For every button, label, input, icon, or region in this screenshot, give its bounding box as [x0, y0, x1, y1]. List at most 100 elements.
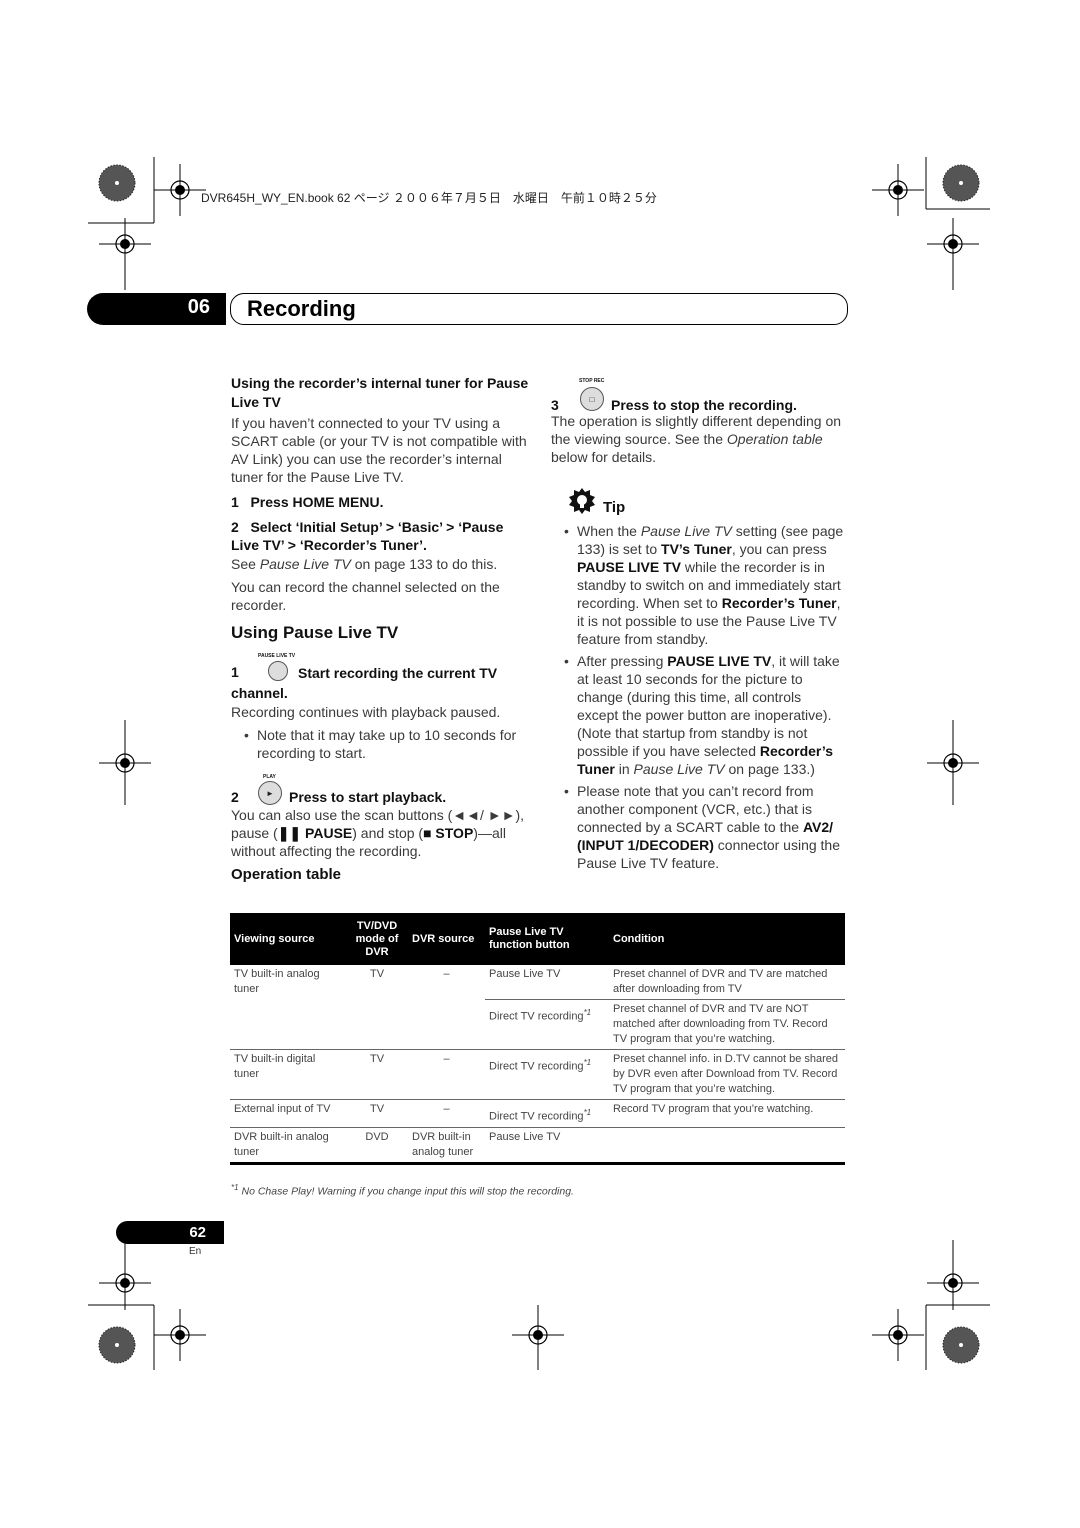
cell-condition [609, 1127, 845, 1163]
see-page-note: See Pause Live TV on page 133 to do this… [231, 555, 529, 573]
text-run: Please note that you can’t record from a… [577, 783, 814, 835]
column-header: DVR source [408, 913, 485, 965]
text-run: Pause Live TV [640, 523, 732, 539]
cell-mode: TV [369, 1053, 385, 1065]
step-number: 1 [231, 664, 239, 680]
text-run: After pressing [577, 653, 668, 669]
text-run: ❚❚ PAUSE [277, 825, 353, 841]
section-heading-pause-live-tv: Using Pause Live TV [231, 623, 399, 642]
chapter-number: 06 [187, 296, 210, 318]
cell-viewing-source: TV built-in digital tuner [234, 1053, 316, 1080]
table-row: TV built-in digital tuner TV – Direct TV… [230, 1050, 845, 1100]
footnote-ref: *1 [583, 1108, 592, 1117]
button-label: STOP REC [579, 378, 605, 384]
cell-dvr-source: – [443, 1053, 450, 1065]
footnote-ref: *1 [583, 1058, 592, 1067]
operation-table: Viewing source TV/DVD mode of DVR DVR so… [230, 913, 845, 1165]
text-run: Pause Live TV [259, 556, 351, 572]
printer-registration-marks [88, 157, 990, 1370]
cell-condition: Preset channel info. in D.TV cannot be s… [613, 1053, 839, 1095]
language-code: En [189, 1246, 202, 1257]
cell-function-button: Direct TV recording*1 [489, 1108, 592, 1123]
text-run: on page 133.) [724, 761, 815, 777]
cell-dvr-source: – [443, 1103, 450, 1115]
bullet-note: Note that it may take up to 10 seconds f… [231, 726, 529, 762]
play-step: PLAY ► 2 Press to start playback. [231, 774, 529, 806]
cell-mode: DVD [365, 1130, 389, 1143]
table-row: DVR built-in analog tuner DVD DVR built-… [230, 1127, 845, 1164]
step-2: 2 Select ‘Initial Setup’ > ‘Basic’ > ‘Pa… [231, 518, 529, 554]
record-note: You can record the channel selected on t… [231, 579, 500, 613]
lightbulb-icon [569, 488, 595, 514]
left-column: Using the recorder’s internal tuner for … [231, 374, 529, 884]
chapter-title-bar: Recording [230, 293, 848, 325]
stop-rec-button-icon: □ [580, 387, 604, 411]
text-run: When the [577, 523, 641, 539]
footnote-ref: *1 [583, 1008, 592, 1017]
cell-function-button: Pause Live TV [489, 1130, 561, 1143]
text-run: ) and stop ( [352, 825, 424, 841]
step-text: Press to stop the recording. [611, 397, 797, 413]
pause-live-tv-step: PAUSE LIVE TV 1 [231, 653, 529, 681]
step-text: Press HOME MENU. [250, 494, 384, 510]
pause-live-tv-button-icon [268, 661, 288, 681]
cell-viewing-source: External input of TV [234, 1103, 331, 1115]
table-row: External input of TV TV – Direct TV reco… [230, 1100, 845, 1128]
right-column: STOP REC □ 3 Press to stop the recording… [551, 378, 846, 872]
text-run: PAUSE LIVE TV [667, 653, 772, 669]
column-header: TV/DVD mode of DVR [346, 913, 408, 965]
button-label: PAUSE LIVE TV [258, 653, 296, 659]
cell-dvr-source: – [408, 965, 485, 1050]
chapter-title: Recording [247, 296, 356, 321]
text-run: See [231, 556, 260, 572]
cell-dvr-source: DVR built-in analog tuner [412, 1130, 474, 1158]
cell-condition: Preset channel of DVR and TV are matched… [609, 965, 845, 1000]
step-description: The operation is slightly different depe… [551, 412, 846, 466]
play-button-icon: ► [258, 781, 282, 805]
text-run: PAUSE LIVE TV [577, 559, 681, 575]
text-run: in [614, 761, 634, 777]
text-run: Pause Live TV [633, 761, 725, 777]
column-header: Viewing source [230, 913, 346, 965]
cell-mode: TV [346, 965, 408, 1050]
tip-item: After pressing PAUSE LIVE TV, it will ta… [551, 652, 846, 778]
text-run: TV’s Tuner [661, 541, 732, 557]
tip-item: Please note that you can’t record from a… [551, 782, 846, 872]
page-number-tab: 62 [116, 1221, 224, 1244]
text-run: Recorder’s Tuner [721, 595, 837, 611]
step-number: 1 [231, 494, 239, 510]
cell-condition: Record TV program that you’re watching. [613, 1103, 814, 1115]
cell-function-button: Direct TV recording*1 [485, 999, 609, 1050]
tip-header: Tip [551, 488, 846, 518]
step-number: 3 [551, 397, 559, 413]
step-number: 2 [231, 519, 239, 535]
step-text: Select ‘Initial Setup’ > ‘Basic’ > ‘Paus… [231, 519, 504, 553]
print-header: DVR645H_WY_EN.book 62 ページ ２００６年７月５日 水曜日 … [201, 191, 657, 205]
cell-mode: TV [369, 1103, 385, 1115]
table-footnote: *1 No Chase Play! Warning if you change … [231, 1183, 574, 1198]
button-label: PLAY [263, 774, 276, 780]
starburst-mark [98, 164, 136, 202]
text-run: Operation table [726, 431, 823, 447]
section-heading-internal-tuner: Using the recorder’s internal tuner for … [231, 375, 529, 410]
column-header: Condition [609, 913, 845, 965]
step-description: You can also use the scan buttons (◄◄/ ►… [231, 806, 529, 860]
intro-paragraph: If you haven’t connected to your TV usin… [231, 415, 527, 485]
cell-viewing-source: DVR built-in analog tuner [234, 1130, 329, 1158]
chapter-number-tab: 06 [87, 293, 226, 325]
page-number: 62 [189, 1224, 206, 1241]
step-1: 1 Press HOME MENU. [231, 493, 529, 512]
column-header: Pause Live TV function button [485, 913, 609, 965]
step-description: Recording continues with playback paused… [231, 704, 501, 720]
operation-table-heading: Operation table [231, 866, 342, 883]
cell-function-button: Direct TV recording*1 [489, 1058, 592, 1073]
step-text: Press to start playback. [289, 789, 447, 805]
text-run: ■ STOP [423, 825, 474, 841]
cell-function-button: Pause Live TV [485, 965, 609, 1000]
cell-condition: Preset channel of DVR and TV are NOT mat… [609, 999, 845, 1050]
text-run: below for details. [551, 449, 657, 465]
tip-label: Tip [603, 499, 626, 516]
cell-viewing-source: TV built-in analog tuner [230, 965, 346, 1050]
text-run: , you can press [731, 541, 827, 557]
table-row: TV built-in analog tuner TV – Pause Live… [230, 965, 845, 1050]
